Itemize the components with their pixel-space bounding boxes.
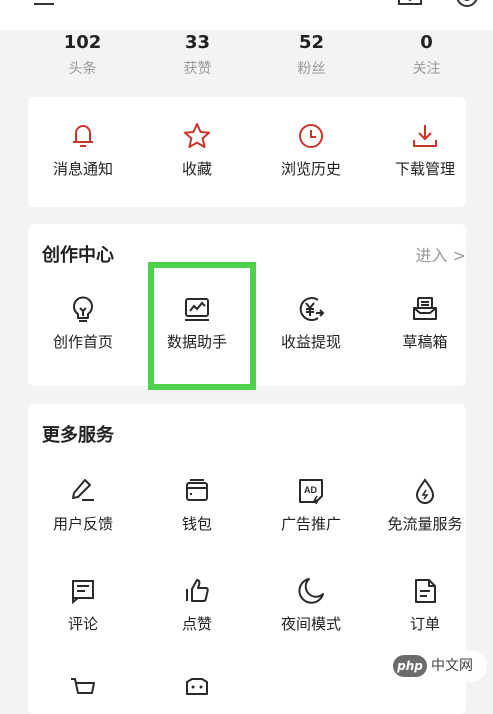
mail-icon[interactable]	[395, 0, 425, 16]
download-icon	[370, 121, 480, 151]
quick-item-label: 浏览历史	[280, 160, 341, 178]
profile-stats: 102 头条 33 获赞 52 粉丝 0 关注	[0, 30, 493, 88]
service-item-feedback[interactable]: 用户反馈	[28, 476, 138, 534]
top-bar	[0, 0, 493, 30]
service-item-label: 夜间模式	[280, 615, 341, 633]
creation-item-drafts[interactable]: 草稿箱	[370, 294, 480, 352]
service-item-likes[interactable]: 点赞	[142, 576, 252, 634]
site-watermark: php 中文网	[385, 650, 487, 682]
star-icon	[142, 121, 252, 151]
quick-item-label: 收藏	[181, 160, 212, 178]
stat-headlines[interactable]: 102 头条	[25, 32, 140, 78]
wallet-icon	[142, 476, 252, 506]
stat-fans[interactable]: 52 粉丝	[254, 32, 369, 78]
service-item-cart[interactable]	[28, 674, 138, 704]
svg-text:AD: AD	[304, 485, 317, 495]
creation-item-label: 创作首页	[52, 333, 113, 351]
cart-icon	[28, 674, 138, 704]
creation-item-withdraw[interactable]: 收益提现	[256, 294, 366, 352]
service-item-ads[interactable]: AD 广告推广	[256, 476, 366, 534]
lightbulb-icon	[28, 294, 138, 324]
section-title: 更多服务	[42, 425, 114, 446]
stat-value: 102	[63, 32, 102, 53]
ad-icon: AD	[256, 476, 366, 506]
menu-icon[interactable]	[30, 0, 60, 16]
stat-likes[interactable]: 33 获赞	[140, 32, 255, 78]
stat-label: 获赞	[183, 61, 212, 77]
creation-item-home[interactable]: 创作首页	[28, 294, 138, 352]
service-item-comments[interactable]: 评论	[28, 576, 138, 634]
stat-label: 关注	[412, 61, 441, 77]
service-item-orders[interactable]: 订单	[370, 576, 480, 634]
stat-label: 粉丝	[297, 61, 326, 77]
quick-item-favorites[interactable]: 收藏	[142, 121, 252, 179]
service-item-label: 钱包	[181, 515, 212, 533]
watermark-logo: php	[393, 655, 427, 677]
comment-icon	[28, 576, 138, 606]
creation-item-label: 收益提现	[280, 333, 341, 351]
drafts-icon	[370, 294, 480, 324]
quick-item-downloads[interactable]: 下载管理	[370, 121, 480, 179]
moon-icon	[256, 576, 366, 606]
cat-face-icon	[142, 674, 252, 704]
section-title: 创作中心	[42, 245, 114, 266]
service-item-label: 点赞	[181, 615, 212, 633]
service-item-label: 评论	[67, 615, 98, 633]
yuan-icon	[256, 294, 366, 324]
quick-item-notifications[interactable]: 消息通知	[28, 121, 138, 179]
bell-icon	[28, 121, 138, 151]
service-item-label: 用户反馈	[52, 515, 113, 533]
service-item-wallet[interactable]: 钱包	[142, 476, 252, 534]
stat-following[interactable]: 0 关注	[369, 32, 484, 78]
service-item-label: 广告推广	[280, 515, 341, 533]
drop-icon	[370, 476, 480, 506]
highlight-annotation	[148, 262, 256, 390]
service-item-night-mode[interactable]: 夜间模式	[256, 576, 366, 634]
pen-icon	[28, 476, 138, 506]
quick-actions-card: 消息通知 收藏 浏览历史 下载管理	[28, 97, 466, 207]
service-item-game[interactable]	[142, 674, 252, 704]
watermark-text: 中文网	[431, 658, 473, 674]
service-item-free-data[interactable]: 免流量服务	[370, 476, 480, 534]
service-item-label: 免流量服务	[387, 515, 463, 533]
stat-value: 33	[184, 32, 211, 53]
creation-item-label: 草稿箱	[402, 333, 448, 351]
quick-item-label: 下载管理	[394, 160, 455, 178]
enter-link[interactable]: 进入 >	[416, 245, 467, 267]
order-icon	[370, 576, 480, 606]
stat-value: 0	[420, 32, 433, 53]
settings-icon[interactable]	[452, 0, 482, 16]
service-item-label: 订单	[409, 615, 440, 633]
quick-item-history[interactable]: 浏览历史	[256, 121, 366, 179]
quick-item-label: 消息通知	[52, 160, 113, 178]
clock-icon	[256, 121, 366, 151]
thumbs-up-icon	[142, 576, 252, 606]
stat-value: 52	[298, 32, 325, 53]
stat-label: 头条	[68, 61, 97, 77]
